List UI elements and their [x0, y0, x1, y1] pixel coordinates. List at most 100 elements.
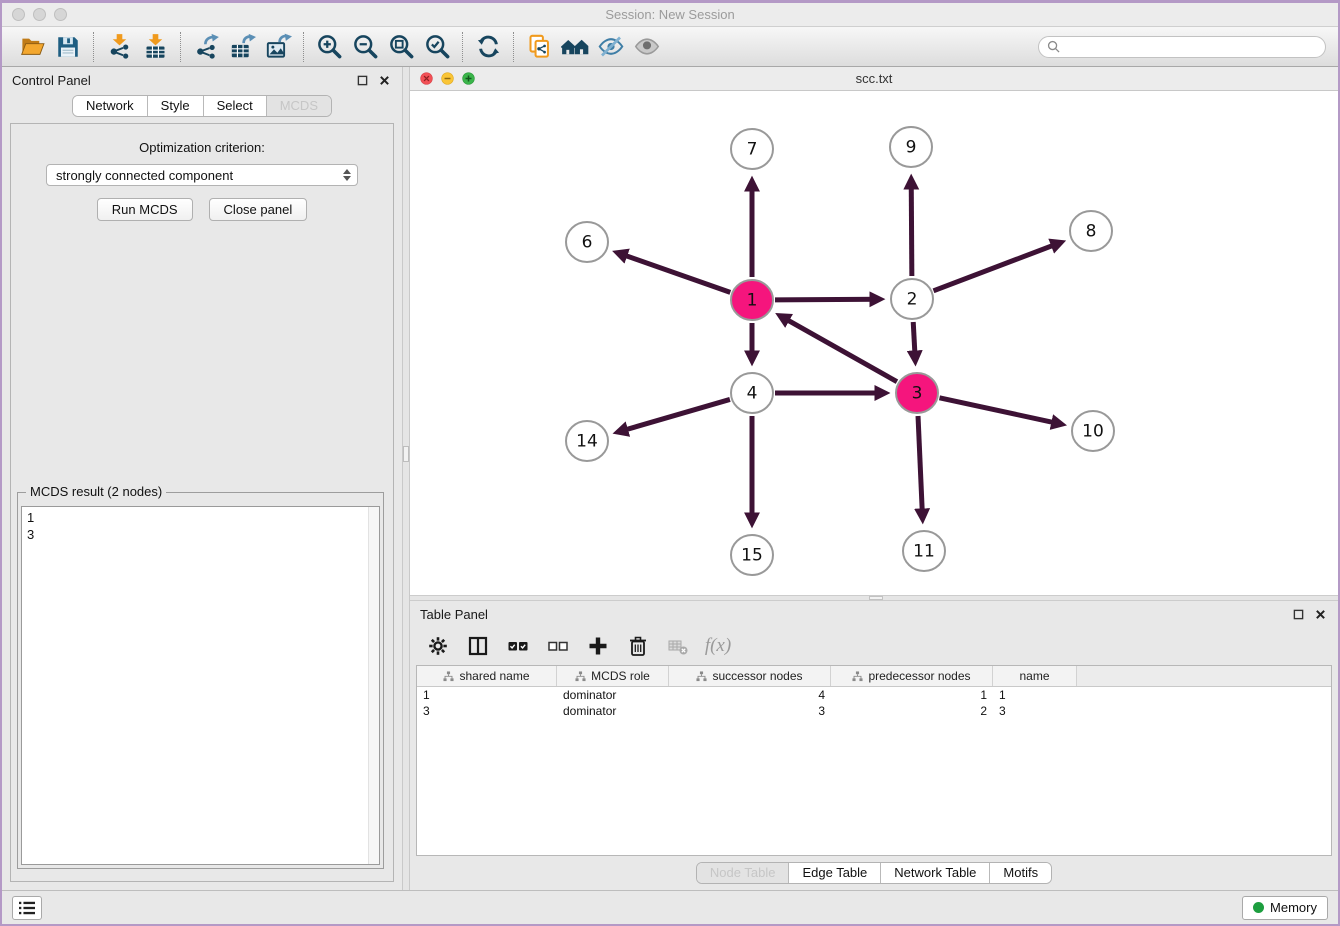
export-network-icon	[193, 33, 220, 60]
select-all-rows-button[interactable]	[506, 634, 530, 658]
column-header-predecessor-nodes[interactable]: predecessor nodes	[831, 666, 993, 686]
run-mcds-button[interactable]: Run MCDS	[97, 198, 193, 221]
splitter-handle[interactable]	[869, 596, 883, 600]
graph-node-8[interactable]: 8	[1070, 211, 1112, 251]
splitter-handle[interactable]	[403, 446, 409, 462]
graph-edge-1-2[interactable]	[775, 299, 879, 300]
graph-node-2[interactable]: 2	[891, 279, 933, 319]
cell-successor-nodes[interactable]: 4	[669, 687, 831, 703]
float-panel-button[interactable]	[354, 72, 370, 88]
network-canvas[interactable]: 7 9 6 8 1 2 4 3 14 10 15 11	[410, 91, 1338, 595]
cell-shared-name[interactable]: 1	[417, 687, 557, 703]
cell-mcds-role[interactable]: dominator	[557, 687, 669, 703]
zoom-fit-button[interactable]	[383, 30, 419, 64]
graph-node-15[interactable]: 15	[731, 535, 773, 575]
graph-node-label: 11	[913, 542, 935, 562]
graph-edge-4-14[interactable]	[619, 399, 730, 431]
graph-edge-3-11[interactable]	[918, 416, 923, 518]
zoom-selected-button[interactable]	[419, 30, 455, 64]
tab-edge-table[interactable]: Edge Table	[788, 863, 880, 883]
graph-edge-2-8[interactable]	[934, 243, 1061, 291]
table-row[interactable]: 1 dominator 4 1 1	[417, 687, 1331, 703]
import-table-button[interactable]	[137, 30, 173, 64]
tab-node-table[interactable]: Node Table	[697, 863, 789, 883]
main-area: Control Panel Network Style Sele	[2, 67, 1338, 890]
graph-node-label: 8	[1086, 222, 1097, 242]
save-session-button[interactable]	[50, 30, 86, 64]
toolbar-separator	[93, 32, 94, 62]
graph-node-1[interactable]: 1	[731, 280, 773, 320]
open-session-button[interactable]	[14, 30, 50, 64]
import-network-button[interactable]	[101, 30, 137, 64]
graph-node-9[interactable]: 9	[890, 127, 932, 167]
cell-shared-name[interactable]: 3	[417, 703, 557, 719]
main-toolbar	[2, 27, 1338, 67]
show-task-history-button[interactable]	[12, 896, 42, 920]
export-table-button[interactable]	[224, 30, 260, 64]
add-column-button[interactable]	[586, 634, 610, 658]
graph-node-10[interactable]: 10	[1072, 411, 1114, 451]
vertical-splitter[interactable]	[402, 67, 410, 890]
graph-edge-2-3[interactable]	[913, 322, 915, 360]
close-panel-button[interactable]	[376, 72, 392, 88]
graph-node-6[interactable]: 6	[566, 222, 608, 262]
cell-predecessor-nodes[interactable]: 2	[831, 703, 993, 719]
search-field[interactable]	[1038, 36, 1326, 58]
zoom-in-button[interactable]	[311, 30, 347, 64]
graph-node-14[interactable]: 14	[566, 421, 608, 461]
cell-successor-nodes[interactable]: 3	[669, 703, 831, 719]
network-graph[interactable]: 7 9 6 8 1 2 4 3 14 10 15 11	[410, 91, 1338, 595]
graph-node-7[interactable]: 7	[731, 129, 773, 169]
cell-mcds-role[interactable]: dominator	[557, 703, 669, 719]
mcds-result-textarea[interactable]: 1 3	[21, 506, 380, 865]
close-panel-action-button[interactable]: Close panel	[209, 198, 308, 221]
cell-name[interactable]: 1	[993, 687, 1077, 703]
delete-columns-button[interactable]	[626, 634, 650, 658]
tab-network-table[interactable]: Network Table	[880, 863, 989, 883]
column-header-shared-name[interactable]: shared name	[417, 666, 557, 686]
network-window-title: scc.txt	[410, 71, 1338, 86]
column-header-name[interactable]: name	[993, 666, 1077, 686]
tab-mcds[interactable]: MCDS	[266, 96, 331, 116]
control-panel-tabs: Network Style Select MCDS	[2, 93, 402, 119]
tab-network[interactable]: Network	[73, 96, 147, 116]
function-builder-button: f(x)	[706, 634, 730, 658]
graph-edge-3-1[interactable]	[781, 316, 897, 382]
graph-node-11[interactable]: 11	[903, 531, 945, 571]
copy-view-button[interactable]	[521, 30, 557, 64]
criterion-dropdown[interactable]: strongly connected component	[46, 164, 358, 186]
refresh-view-button[interactable]	[470, 30, 506, 64]
deselect-all-rows-button[interactable]	[546, 634, 570, 658]
export-network-button[interactable]	[188, 30, 224, 64]
zoom-out-button[interactable]	[347, 30, 383, 64]
column-header-mcds-role[interactable]: MCDS role	[557, 666, 669, 686]
right-column: scc.txt 7968124314101511 Table Panel	[410, 67, 1338, 890]
tab-select[interactable]: Select	[203, 96, 266, 116]
graph-node-4[interactable]: 4	[731, 373, 773, 413]
zoom-fit-icon	[388, 33, 415, 60]
float-table-panel-button[interactable]	[1290, 606, 1306, 622]
graph-edge-2-9[interactable]	[911, 180, 912, 276]
table-header-row: shared name MCDS role succ	[417, 666, 1331, 687]
column-header-successor-nodes[interactable]: successor nodes	[669, 666, 831, 686]
graph-node-3[interactable]: 3	[896, 373, 938, 413]
hide-selected-button[interactable]	[593, 30, 629, 64]
graph-edge-3-10[interactable]	[939, 398, 1060, 424]
tab-motifs[interactable]: Motifs	[989, 863, 1051, 883]
close-table-panel-button[interactable]	[1312, 606, 1328, 622]
result-scrollbar[interactable]	[368, 507, 379, 864]
search-input[interactable]	[1065, 40, 1317, 54]
show-column-button[interactable]	[466, 634, 490, 658]
cell-predecessor-nodes[interactable]: 1	[831, 687, 993, 703]
network-window-titlebar: scc.txt	[410, 67, 1338, 91]
memory-button[interactable]: Memory	[1242, 896, 1328, 920]
export-image-button[interactable]	[260, 30, 296, 64]
show-all-button[interactable]	[629, 30, 665, 64]
graph-edge-1-6[interactable]	[618, 253, 730, 292]
table-row[interactable]: 3 dominator 3 2 3	[417, 703, 1331, 719]
cell-name[interactable]: 3	[993, 703, 1077, 719]
tab-style[interactable]: Style	[147, 96, 203, 116]
table-options-button[interactable]	[426, 634, 450, 658]
show-home-button[interactable]	[557, 30, 593, 64]
horizontal-splitter[interactable]	[410, 595, 1338, 601]
